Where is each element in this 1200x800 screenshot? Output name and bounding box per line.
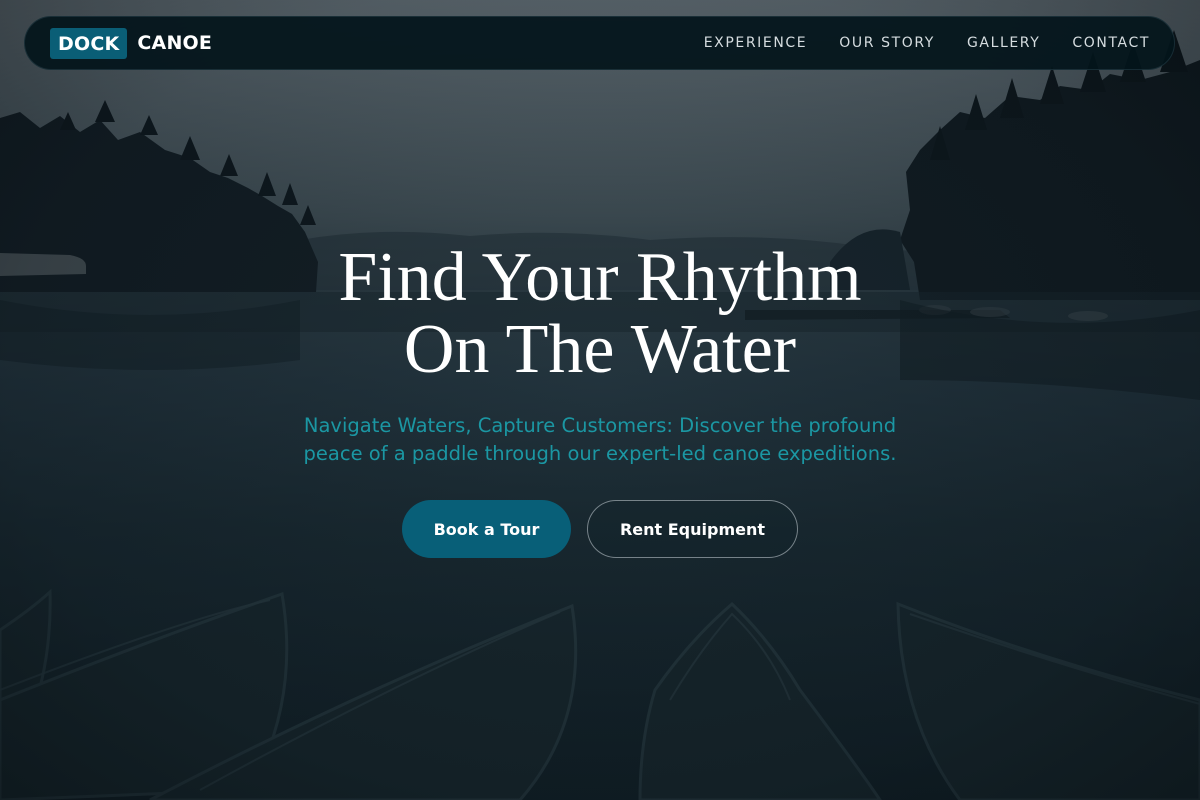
nav-link-experience[interactable]: EXPERIENCE [704,35,808,51]
hero-actions: Book a Tour Rent Equipment [0,500,1200,558]
book-tour-button[interactable]: Book a Tour [402,500,571,558]
top-navbar: DOCK CANOE EXPERIENCE OUR STORY GALLERY … [24,16,1175,70]
nav-link-gallery[interactable]: GALLERY [967,35,1040,51]
brand-name: CANOE [137,32,213,54]
nav-link-our-story[interactable]: OUR STORY [839,35,935,51]
hero-title: Find Your Rhythm On The Water [0,242,1200,386]
hero-section: Find Your Rhythm On The Water Navigate W… [0,242,1200,558]
brand-logo[interactable]: DOCK CANOE [50,27,213,59]
hero-title-line-1: Find Your Rhythm [338,239,862,316]
nav-link-contact[interactable]: CONTACT [1072,35,1150,51]
nav-links: EXPERIENCE OUR STORY GALLERY CONTACT [704,35,1150,51]
hero-title-line-2: On The Water [403,311,797,388]
hero-subtitle: Navigate Waters, Capture Customers: Disc… [303,414,897,465]
rent-equipment-button[interactable]: Rent Equipment [587,500,798,558]
brand-badge: DOCK [50,27,128,59]
